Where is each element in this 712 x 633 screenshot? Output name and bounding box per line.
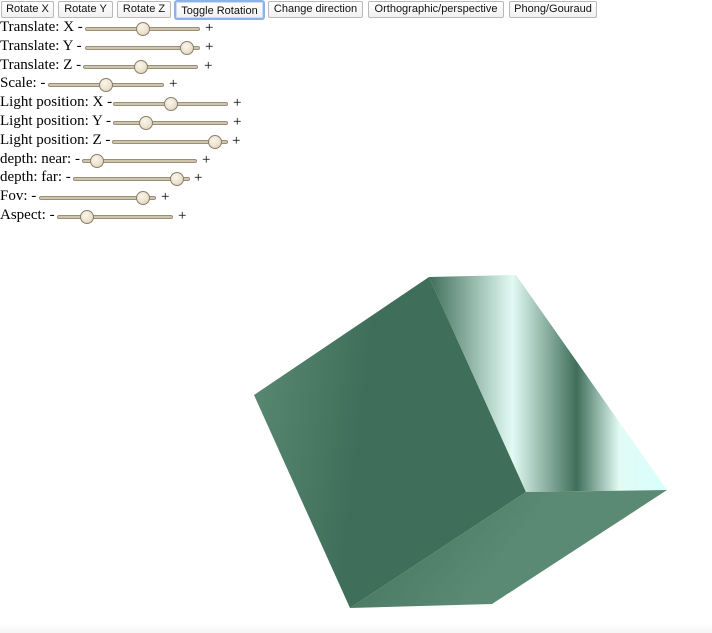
plus-label: +: [194, 170, 203, 187]
depth-far-slider[interactable]: [73, 172, 190, 187]
slider-label: depth: far: -: [0, 169, 71, 186]
webgl-canvas[interactable]: [0, 234, 712, 633]
rotate-y-button[interactable]: Rotate Y: [58, 1, 113, 18]
slider-thumb[interactable]: [169, 172, 184, 187]
depth-far-row: depth: far: - +: [0, 168, 330, 187]
slider-label: depth: near: -: [0, 150, 80, 167]
slider-thumb[interactable]: [180, 40, 195, 55]
plus-label: +: [178, 207, 187, 224]
toolbar: Rotate X Rotate Y Rotate Z Toggle Rotati…: [0, 0, 712, 20]
light-y-row: Light position: Y - +: [0, 112, 330, 131]
slider-label: Translate: Z -: [0, 56, 82, 73]
plus-label: +: [205, 38, 214, 55]
slider-thumb[interactable]: [80, 209, 94, 224]
light-x-slider[interactable]: [113, 97, 228, 112]
slider-label: Aspect: -: [0, 206, 55, 223]
slider-thumb[interactable]: [208, 134, 222, 149]
slider-label: Scale: -: [0, 75, 46, 92]
slider-label: Light position: Y -: [0, 112, 111, 129]
toggle-rotation-button[interactable]: Toggle Rotation: [174, 0, 265, 20]
slider-thumb[interactable]: [99, 78, 113, 93]
plus-label: +: [169, 76, 178, 93]
translate-z-slider[interactable]: [83, 59, 198, 74]
light-y-slider[interactable]: [113, 115, 228, 130]
plus-label: +: [233, 95, 242, 112]
change-direction-button[interactable]: Change direction: [268, 1, 363, 18]
slider-label: Light position: Z -: [0, 131, 111, 148]
light-z-slider[interactable]: [112, 134, 228, 149]
translate-y-slider[interactable]: [85, 40, 200, 55]
rotate-x-button[interactable]: Rotate X: [1, 1, 54, 18]
fov-slider[interactable]: [39, 191, 156, 206]
translate-z-row: Translate: Z - +: [0, 56, 330, 75]
light-z-row: Light position: Z - +: [0, 131, 330, 150]
canvas-floor: [0, 624, 712, 633]
slider-label: Light position: X -: [0, 94, 113, 111]
depth-near-row: depth: near: - +: [0, 150, 330, 169]
slider-label: Fov: -: [0, 188, 37, 205]
slider-label: Translate: X -: [0, 19, 83, 35]
cube-scene: [0, 275, 712, 633]
rotate-z-button[interactable]: Rotate Z: [117, 1, 171, 18]
slider-thumb[interactable]: [89, 153, 104, 168]
plus-label: +: [205, 20, 214, 36]
slider-thumb[interactable]: [135, 191, 150, 206]
slider-controls: Translate: X - + Translate: Y - + Transl…: [0, 18, 330, 225]
plus-label: +: [232, 132, 241, 149]
shading-toggle-button[interactable]: Phong/Gouraud: [509, 1, 597, 18]
light-x-row: Light position: X - +: [0, 93, 330, 112]
plus-label: +: [161, 189, 170, 206]
slider-thumb[interactable]: [163, 97, 178, 112]
plus-label: +: [202, 151, 211, 168]
slider-thumb[interactable]: [138, 115, 153, 130]
slider-label: Translate: Y -: [0, 37, 82, 54]
depth-near-slider[interactable]: [82, 153, 197, 168]
plus-label: +: [204, 57, 213, 74]
fov-row: Fov: - +: [0, 187, 330, 206]
plus-label: +: [233, 113, 242, 130]
aspect-row: Aspect: - +: [0, 206, 330, 225]
translate-x-row: Translate: X - +: [0, 18, 330, 37]
aspect-slider[interactable]: [57, 209, 173, 224]
slider-thumb[interactable]: [133, 59, 148, 74]
translate-y-row: Translate: Y - +: [0, 37, 330, 56]
scale-row: Scale: - +: [0, 74, 330, 93]
projection-toggle-button[interactable]: Orthographic/perspective: [368, 1, 504, 18]
scale-slider[interactable]: [48, 78, 164, 93]
translate-x-slider[interactable]: [85, 22, 200, 36]
slider-thumb[interactable]: [135, 22, 150, 36]
